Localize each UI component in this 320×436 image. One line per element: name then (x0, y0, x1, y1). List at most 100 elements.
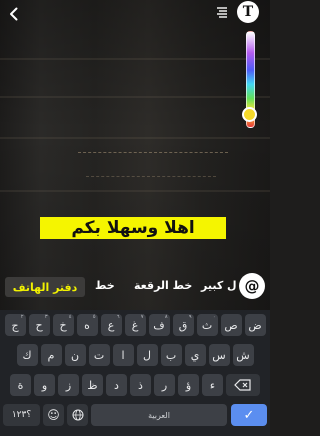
back-chevron-icon[interactable] (6, 6, 22, 22)
key-row3-1[interactable]: و (34, 374, 55, 396)
key-label: ن (70, 348, 80, 362)
key-label: ظ (87, 378, 98, 392)
arabic-keyboard: ج٢ح٣خ٤ه٥ع٦غ٧ف٨ق٩ث٠صض كمنتالبيسش ةوزظدذرؤ… (0, 310, 270, 436)
key-row2-6[interactable]: ب (160, 344, 182, 366)
font-option-selected[interactable]: دفتر الهاتف (5, 277, 85, 297)
globe-icon (72, 409, 83, 421)
key-row2-9[interactable]: ش (232, 344, 254, 366)
key-label: ش (236, 348, 250, 362)
key-label: ذ (138, 378, 143, 392)
background-texture (78, 152, 228, 154)
key-row2-7[interactable]: ي (184, 344, 206, 366)
key-row1-4[interactable]: ع٦ (100, 314, 122, 336)
background-texture (0, 96, 270, 98)
key-row3-7[interactable]: ؤ (178, 374, 199, 396)
key-row3-0[interactable]: ة (10, 374, 31, 396)
background-texture (86, 176, 216, 178)
key-row3-5[interactable]: ذ (130, 374, 151, 396)
key-row2-4[interactable]: ا (112, 344, 134, 366)
key-row3-4[interactable]: د (106, 374, 127, 396)
key-row3-3[interactable]: ظ (82, 374, 103, 396)
key-label: ؤ (185, 378, 192, 392)
key-label: ء (209, 378, 216, 392)
key-label: ر (161, 378, 168, 392)
key-label: ة (17, 378, 24, 392)
key-row1-6[interactable]: ف٨ (148, 314, 170, 336)
key-label: ج (11, 318, 19, 332)
background-texture (0, 58, 270, 60)
key-hint: ٤ (68, 314, 72, 320)
key-hint: ٣ (44, 314, 48, 320)
keyboard-row-1: ج٢ح٣خ٤ه٥ع٦غ٧ف٨ق٩ث٠صض (0, 314, 270, 336)
font-option-ruqaa[interactable]: خط الرقعة (134, 279, 192, 292)
keyboard-row-3: ةوزظدذرؤء (0, 374, 270, 396)
key-row1-1[interactable]: ح٣ (28, 314, 50, 336)
key-label: ض (248, 318, 262, 332)
numbers-key[interactable]: ؟١٢٣ (3, 404, 40, 426)
key-label: ح (35, 318, 43, 332)
backspace-icon (234, 379, 251, 391)
key-label: ز (65, 378, 72, 392)
key-label: د (114, 378, 119, 392)
key-label: ب (165, 348, 177, 362)
backspace-key[interactable] (226, 374, 260, 396)
font-option-khat[interactable]: خط (95, 279, 115, 292)
key-row2-5[interactable]: ل (136, 344, 158, 366)
key-label: ث (201, 318, 213, 332)
background-texture (0, 190, 270, 192)
key-hint: ٠ (212, 314, 216, 320)
story-editor-screen: T اهلا وسهلا بكم ل كبير خط الرقعة خط دفت… (0, 0, 270, 436)
key-row1-8[interactable]: ث٠ (196, 314, 218, 336)
key-hint: ٩ (188, 314, 192, 320)
key-row2-0[interactable]: ك (16, 344, 38, 366)
caption-text: اهلا وسهلا بكم (71, 218, 195, 238)
key-hint: ٢ (20, 314, 24, 320)
text-tool-button[interactable]: T (237, 1, 259, 23)
key-row2-1[interactable]: م (40, 344, 62, 366)
font-option-large[interactable]: ل كبير (201, 279, 237, 292)
text-align-icon[interactable] (215, 4, 229, 18)
key-row1-2[interactable]: خ٤ (52, 314, 74, 336)
key-row1-7[interactable]: ق٩ (172, 314, 194, 336)
font-option-selected-label: دفتر الهاتف (12, 280, 78, 294)
key-row3-2[interactable]: ز (58, 374, 79, 396)
key-label: ي (190, 348, 200, 362)
key-row2-8[interactable]: س (208, 344, 230, 366)
key-row3-8[interactable]: ء (202, 374, 223, 396)
key-row2-2[interactable]: ن (64, 344, 86, 366)
text-tool-label: T (242, 4, 254, 20)
color-slider-knob[interactable] (242, 107, 257, 122)
key-hint: ٧ (140, 314, 144, 320)
caption-text-box[interactable]: اهلا وسهلا بكم (40, 217, 226, 239)
key-row1-5[interactable]: غ٧ (124, 314, 146, 336)
key-label: س (212, 348, 226, 362)
key-label: م (47, 348, 55, 362)
mention-button[interactable]: @ (239, 273, 265, 299)
key-label: ع (107, 318, 115, 332)
emoji-key[interactable]: ☺ (43, 404, 64, 426)
key-row1-0[interactable]: ج٢ (4, 314, 26, 336)
keyboard-row-3-letters: ةوزظدذرؤء (10, 374, 223, 396)
key-label: غ (131, 318, 139, 332)
key-hint: ٥ (92, 314, 96, 320)
key-row1-3[interactable]: ه٥ (76, 314, 98, 336)
key-label: ل (143, 348, 151, 362)
key-label: ق (178, 318, 188, 332)
enter-key[interactable]: ✓ (231, 404, 267, 426)
key-row1-10[interactable]: ض (244, 314, 266, 336)
font-style-bar: ل كبير خط الرقعة خط دفتر الهاتف (0, 274, 270, 300)
key-label: و (41, 378, 48, 392)
key-label: ا (121, 348, 125, 362)
key-label: ك (22, 348, 32, 362)
keyboard-row-2: ك م نت ا لبيسش (0, 344, 270, 366)
key-row3-6[interactable]: ر (154, 374, 175, 396)
background-texture (0, 137, 270, 139)
globe-key[interactable] (67, 404, 88, 426)
key-hint: ٨ (164, 314, 168, 320)
key-hint: ٦ (116, 314, 120, 320)
space-key[interactable]: العربية (91, 404, 227, 426)
key-label: ص (224, 318, 238, 332)
key-row1-9[interactable]: ص (220, 314, 242, 336)
key-label: ه (84, 318, 90, 332)
key-row2-3[interactable]: ت (88, 344, 110, 366)
